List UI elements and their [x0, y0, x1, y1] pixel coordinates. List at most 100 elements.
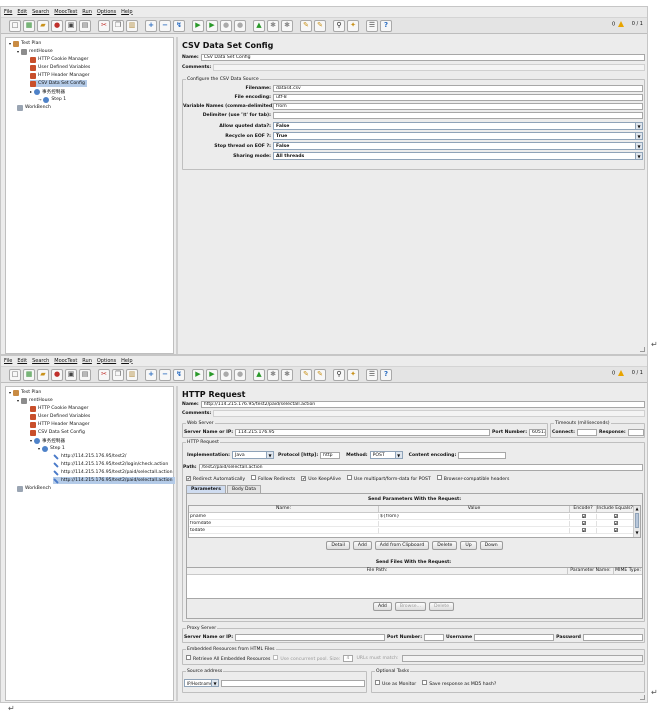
save-screenshot-icon[interactable]: ▤: [79, 368, 91, 381]
menu-file[interactable]: File: [4, 358, 12, 364]
save-icon[interactable]: ▣: [65, 368, 77, 381]
param-name-cell[interactable]: todate: [189, 528, 379, 534]
variable-names-input[interactable]: from: [273, 103, 643, 110]
param-value-cell[interactable]: ${from}: [379, 514, 570, 520]
start-icon[interactable]: ▶: [192, 368, 204, 381]
file-encoding-input[interactable]: utf-8: [273, 94, 643, 101]
urls-match-input[interactable]: [401, 655, 643, 662]
remote-stop-icon[interactable]: ✱: [267, 368, 279, 381]
param-value-cell[interactable]: [379, 521, 570, 527]
col-encode-header[interactable]: Encode?: [570, 506, 597, 513]
menu-run[interactable]: Run: [82, 9, 92, 15]
remote-start-icon[interactable]: ▲: [253, 368, 265, 381]
cut-icon[interactable]: ✂: [98, 368, 110, 381]
proxy-server-input[interactable]: [235, 634, 386, 641]
retrieve-embedded-checkbox[interactable]: Retrieve All Embedded Resources: [186, 655, 270, 662]
tree-item-user-defined-variables[interactable]: User Defined Variables: [30, 413, 90, 420]
col-value-header[interactable]: Value: [379, 506, 570, 513]
name-input[interactable]: http://114.215.176.95/test2/paid/selecta…: [200, 401, 645, 408]
save-icon[interactable]: ▣: [65, 19, 77, 32]
tree-item-transaction-controller[interactable]: ▸ 事务控制器: [30, 88, 65, 95]
save-screenshot-icon[interactable]: ▤: [79, 19, 91, 32]
params-scrollbar[interactable]: ▲ ▼: [633, 506, 640, 537]
delete-file-button[interactable]: Delete: [428, 602, 455, 611]
implementation-select[interactable]: Java ▼: [231, 451, 274, 459]
port-input[interactable]: 60513: [529, 429, 546, 436]
remote-shutdown-icon[interactable]: ✱: [281, 368, 293, 381]
path-input[interactable]: /test2/paid/selectall.action: [198, 464, 643, 471]
param-equals-cell[interactable]: ✔: [597, 528, 634, 534]
scroll-thumb[interactable]: [635, 513, 639, 528]
source-type-select[interactable]: IP/Hostname ▼: [184, 679, 219, 687]
tree-item-workbench[interactable]: WorkBench: [17, 485, 51, 492]
menu-run[interactable]: Run: [82, 358, 92, 364]
col-mime-type-header[interactable]: MIME Type:: [614, 568, 642, 575]
collapse-icon[interactable]: −: [159, 19, 171, 32]
search-icon[interactable]: ⚲: [333, 19, 345, 32]
col-equals-header[interactable]: Include Equals?: [597, 506, 634, 513]
tree-item-sampler[interactable]: http://114.215.176.95/test2/paid/selecta…: [53, 469, 173, 476]
tree-item-step-1[interactable]: ▾ Step 1: [38, 445, 65, 452]
tree-item-test-plan[interactable]: ▾ Test Plan: [9, 40, 41, 47]
expand-icon[interactable]: +: [145, 368, 157, 381]
resize-grip-icon[interactable]: [640, 347, 645, 352]
tree-item-sampler[interactable]: http://114.215.176.95/test2/: [53, 453, 126, 460]
response-timeout-input[interactable]: [627, 429, 644, 436]
param-name-cell[interactable]: fromdate: [189, 521, 379, 527]
help-icon[interactable]: ?: [380, 19, 392, 32]
menu-search[interactable]: Search: [32, 9, 49, 15]
tree-item-thread-group[interactable]: ▾ rentHouse: [17, 397, 53, 404]
start-no-pause-icon[interactable]: ▶: [206, 368, 218, 381]
toggle-icon[interactable]: ↯: [173, 19, 185, 32]
tree-item-sampler[interactable]: http://114.215.176.95/test2/login/check.…: [53, 461, 168, 468]
param-name-cell[interactable]: pname: [189, 514, 379, 520]
open-icon[interactable]: ▰: [37, 19, 49, 32]
clear-icon[interactable]: ✎: [300, 368, 312, 381]
copy-icon[interactable]: ❐: [112, 19, 124, 32]
add-file-button[interactable]: Add: [372, 602, 392, 611]
tree-item-cookie-manager[interactable]: HTTP Cookie Manager: [30, 56, 88, 63]
md5-hash-checkbox[interactable]: Save response as MD5 hash?: [422, 680, 496, 687]
menu-search[interactable]: Search: [32, 358, 49, 364]
use-as-monitor-checkbox[interactable]: Use as Monitor: [375, 680, 416, 687]
redirect-auto-checkbox[interactable]: ✔ Redirect Automatically: [186, 475, 245, 482]
proxy-username-input[interactable]: [474, 634, 555, 641]
param-encode-cell[interactable]: ✔: [570, 514, 597, 520]
scroll-up-icon[interactable]: ▲: [634, 506, 640, 511]
new-icon[interactable]: □: [9, 19, 21, 32]
templates-icon[interactable]: ▦: [23, 368, 35, 381]
tree-item-header-manager[interactable]: HTTP Header Manager: [30, 72, 90, 79]
content-encoding-input[interactable]: [458, 451, 507, 459]
open-icon[interactable]: ▰: [37, 368, 49, 381]
tree-item-transaction-controller[interactable]: ▾ 事务控制器: [30, 437, 65, 444]
allow-quoted-select[interactable]: False ▼: [273, 122, 643, 130]
col-param-name-header[interactable]: Parameter Name:: [568, 568, 614, 575]
down-button[interactable]: Down: [479, 541, 503, 550]
expand-icon[interactable]: +: [145, 19, 157, 32]
tree-item-sampler-selected[interactable]: http://114.215.176.95/test2/paid/selecta…: [53, 477, 175, 484]
copy-icon[interactable]: ❐: [112, 368, 124, 381]
menu-edit[interactable]: Edit: [17, 358, 27, 364]
paste-icon[interactable]: ▥: [126, 368, 138, 381]
clear-icon[interactable]: ✎: [300, 19, 312, 32]
shutdown-icon[interactable]: ●: [234, 368, 246, 381]
search-icon[interactable]: ⚲: [333, 368, 345, 381]
help-icon[interactable]: ?: [380, 368, 392, 381]
tree-item-step-1[interactable]: ⊸ Step 1: [38, 96, 66, 103]
sharing-mode-select[interactable]: All threads ▼: [273, 152, 643, 160]
tree-item-user-defined-variables[interactable]: User Defined Variables: [30, 64, 90, 71]
menu-help[interactable]: Help: [121, 9, 132, 15]
param-encode-cell[interactable]: ✔: [570, 521, 597, 527]
comments-input[interactable]: [213, 64, 645, 71]
proxy-port-input[interactable]: [424, 634, 445, 641]
menu-help[interactable]: Help: [121, 358, 132, 364]
up-button[interactable]: Up: [460, 541, 477, 550]
resize-grip-icon[interactable]: [640, 695, 645, 700]
menu-options[interactable]: Options: [97, 358, 116, 364]
reset-search-icon[interactable]: ✦: [347, 19, 359, 32]
new-icon[interactable]: □: [9, 368, 21, 381]
remote-shutdown-icon[interactable]: ✱: [281, 19, 293, 32]
tree-item-header-manager[interactable]: HTTP Header Manager: [30, 421, 90, 428]
delete-param-button[interactable]: Delete: [432, 541, 458, 550]
stop-icon[interactable]: ●: [220, 368, 232, 381]
